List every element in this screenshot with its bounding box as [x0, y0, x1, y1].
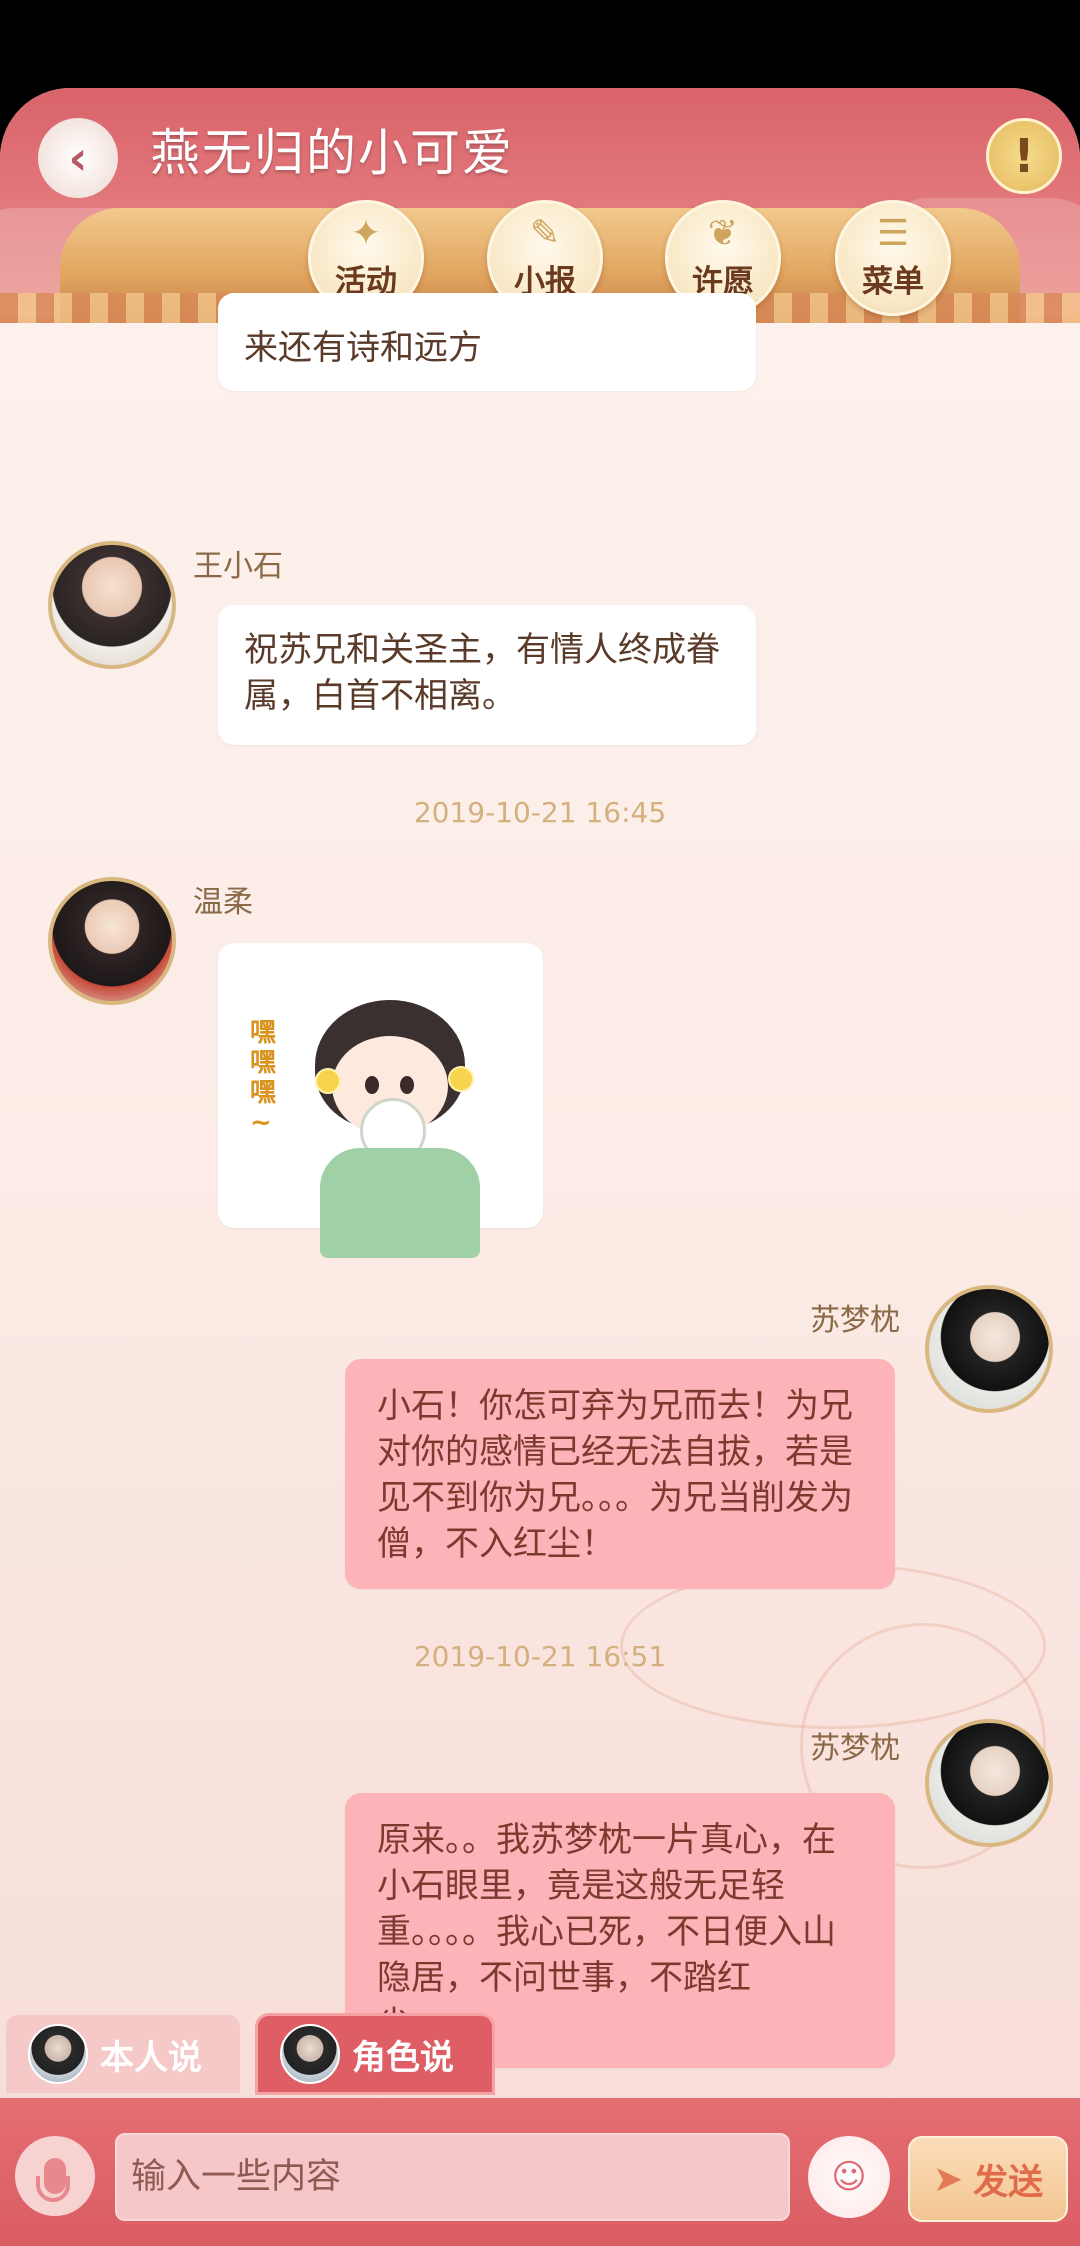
sender-name: 王小石 — [193, 549, 283, 584]
chat-screen: ‹ 燕无归的小可爱 ! ✦ 活动 ✎ 小报 ❦ 许愿 ☰ 菜单 来还有诗和远方 — [0, 88, 1080, 2246]
send-button[interactable]: ➤ 发送 — [908, 2136, 1068, 2222]
header-bar: ‹ 燕无归的小可爱 ! ✦ 活动 ✎ 小报 ❦ 许愿 ☰ 菜单 — [0, 88, 1080, 323]
nav-label: 菜单 — [862, 264, 924, 300]
message-bubble[interactable]: 小石！你怎可弃为兄而去！为兄对你的感情已经无法自拔，若是见不到你为兄。。。为兄当… — [345, 1359, 895, 1589]
emoji-button[interactable]: ☺ — [808, 2136, 890, 2218]
avatar[interactable] — [48, 541, 176, 669]
message-input[interactable] — [115, 2133, 790, 2221]
alert-button[interactable]: ! — [986, 118, 1062, 194]
paper-plane-icon: ➤ — [932, 2158, 964, 2200]
sender-name: 温柔 — [193, 885, 253, 920]
avatar — [28, 2024, 88, 2084]
lantern-icon: ✦ — [350, 213, 382, 254]
avatar — [280, 2024, 340, 2084]
menu-icon: ☰ — [876, 213, 910, 254]
message-text: 来还有诗和远方 — [244, 328, 482, 368]
timestamp: 2019-10-21 16:51 — [413, 1640, 667, 1673]
timestamp: 2019-10-21 16:45 — [413, 796, 667, 829]
message-text: 小石！你怎可弃为兄而去！为兄对你的感情已经无法自拔，若是见不到你为兄。。。为兄当… — [377, 1386, 853, 1564]
sender-name: 苏梦枕 — [810, 1303, 900, 1338]
scroll-icon: ✎ — [529, 213, 561, 254]
sticker-eye — [365, 1076, 379, 1094]
sticker-body — [320, 1148, 480, 1258]
emoji-face-icon: ☺ — [831, 2157, 867, 2197]
sticker-flower — [448, 1066, 474, 1092]
input-bar: ☺ ➤ 发送 — [0, 2098, 1080, 2246]
message-list[interactable]: 来还有诗和远方 王小石 祝苏兄和关圣主，有情人终成眷属，白首不相离。 2019-… — [0, 293, 1080, 2093]
avatar[interactable] — [925, 1285, 1053, 1413]
tab-role-speak[interactable]: 角色说 — [255, 2013, 495, 2095]
message-text: 祝苏兄和关圣主，有情人终成眷属，白首不相离。 — [244, 630, 720, 716]
sticker-caption: 嘿嘿嘿~ — [250, 1018, 277, 1138]
message-text: 原来。。我苏梦枕一片真心，在小石眼里，竟是这般无足轻重。。。。我心已死，不日便入… — [377, 1820, 836, 2044]
nav-button-menu[interactable]: ☰ 菜单 — [835, 200, 951, 316]
tab-label: 角色说 — [352, 2037, 454, 2078]
exclamation-icon: ! — [1013, 129, 1035, 183]
tab-self-speak[interactable]: 本人说 — [4, 2013, 242, 2095]
voice-input-button[interactable] — [15, 2136, 95, 2216]
chevron-left-icon: ‹ — [68, 131, 88, 185]
avatar[interactable] — [925, 1719, 1053, 1847]
tab-label: 本人说 — [100, 2037, 202, 2078]
microphone-icon — [36, 2158, 70, 2202]
message-bubble[interactable]: 祝苏兄和关圣主，有情人终成眷属，白首不相离。 — [218, 605, 756, 745]
sticker-flower — [315, 1068, 341, 1094]
wish-fountain-icon: ❦ — [707, 213, 739, 254]
speaker-mode-tabs: 本人说 角色说 — [0, 2013, 1080, 2098]
message-bubble[interactable]: 来还有诗和远方 — [218, 293, 756, 391]
sticker-image: 嘿嘿嘿~ — [220, 988, 540, 1258]
sender-name: 苏梦枕 — [810, 1731, 900, 1766]
sticker-eye — [400, 1076, 414, 1094]
back-button[interactable]: ‹ — [38, 118, 118, 198]
avatar[interactable] — [48, 877, 176, 1005]
send-label: 发送 — [973, 2162, 1044, 2203]
chat-title: 燕无归的小可爱 — [150, 124, 514, 182]
